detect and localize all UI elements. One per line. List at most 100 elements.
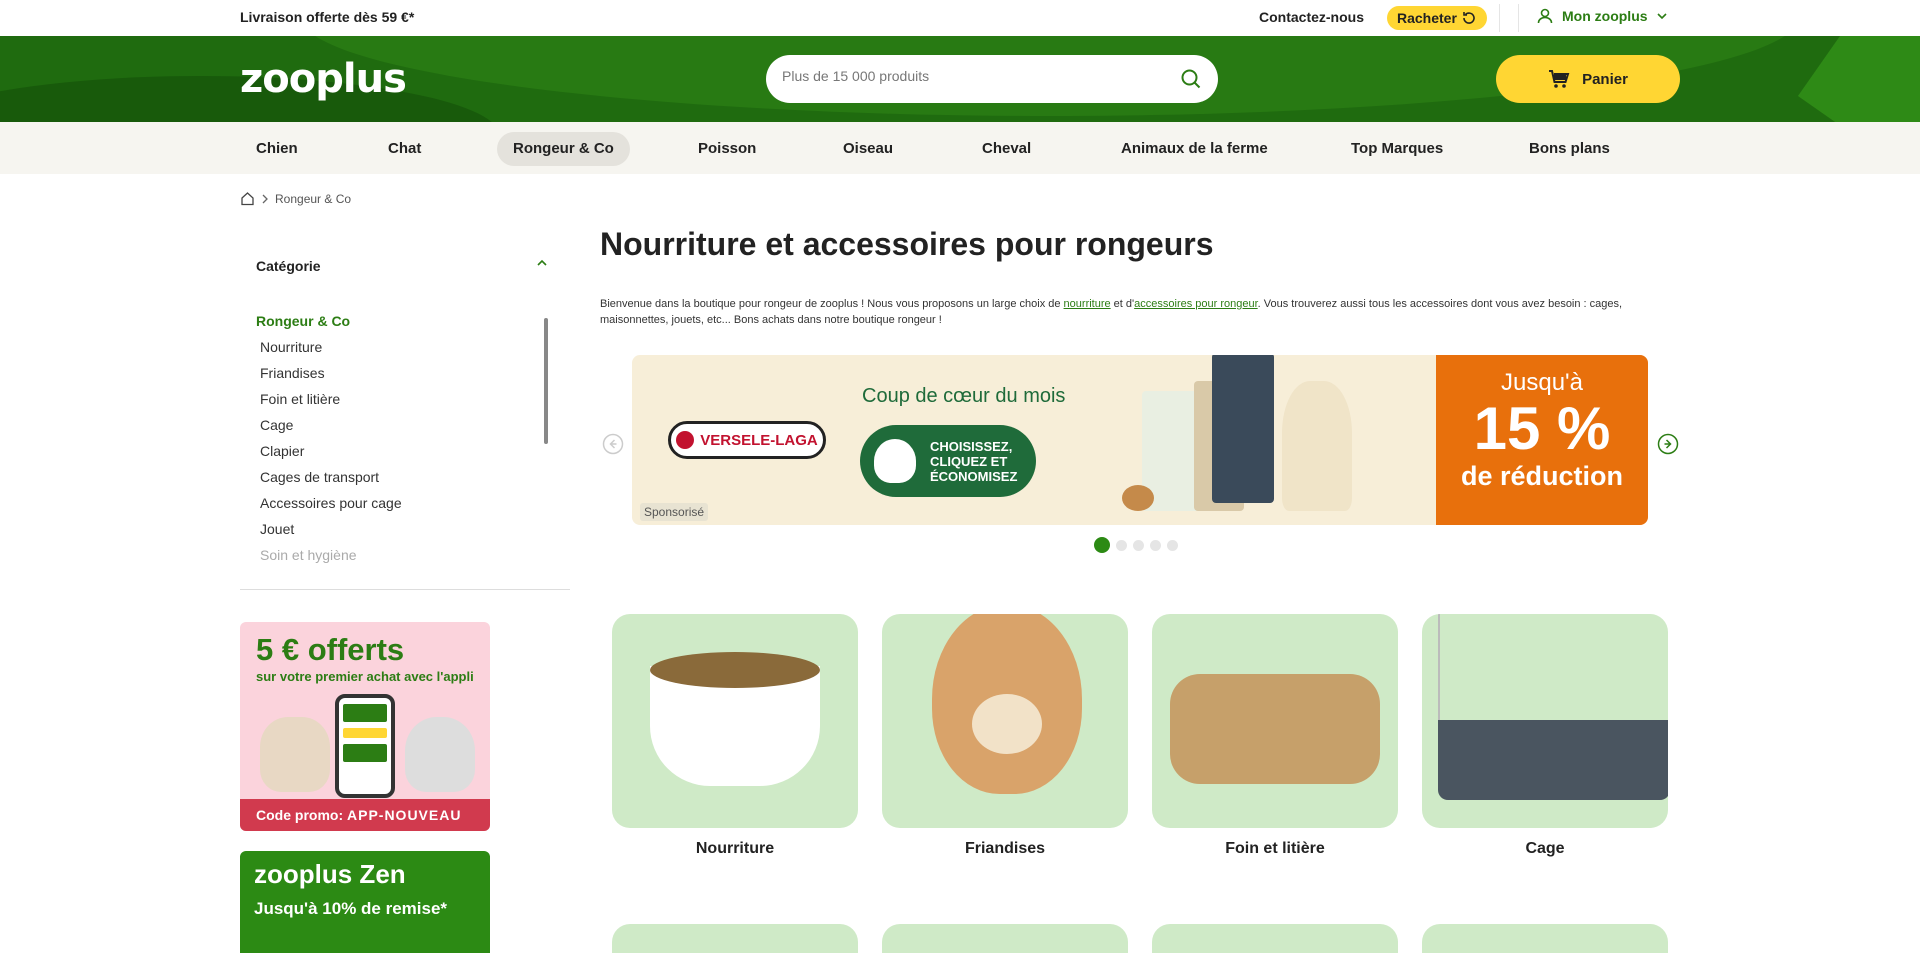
tile-label: Cage: [1525, 840, 1565, 857]
category-list: Rongeur & Co Nourriture Friandises Foin …: [256, 310, 546, 572]
app-promo-title: 5 € offerts: [256, 632, 405, 667]
search-input[interactable]: [782, 68, 1162, 84]
divider: [1499, 4, 1500, 32]
banner-cta: CHOISISSEZ, CLIQUEZ ET ÉCONOMISEZ: [860, 425, 1036, 497]
nav-item-poisson[interactable]: Poisson: [682, 132, 772, 166]
intro-text: Bienvenue dans la boutique pour rongeur …: [600, 296, 1680, 328]
breadcrumb-current[interactable]: Rongeur & Co: [275, 192, 351, 206]
contact-link[interactable]: Contactez-nous: [1259, 9, 1364, 25]
tile-foin[interactable]: Foin et litière: [1152, 614, 1398, 858]
carousel-dot[interactable]: [1094, 537, 1110, 553]
nav-item-chat[interactable]: Chat: [372, 132, 437, 166]
category-item[interactable]: Nourriture: [256, 336, 546, 362]
promo-code: Code promo: APP-NOUVEAU: [240, 799, 490, 831]
chevron-down-icon: [1656, 13, 1667, 20]
category-root[interactable]: Rongeur & Co: [256, 310, 546, 336]
nav-item-oiseau[interactable]: Oiseau: [827, 132, 909, 166]
nav-item-bons-plans[interactable]: Bons plans: [1513, 132, 1626, 166]
divider: [1518, 4, 1519, 32]
home-icon[interactable]: [240, 191, 255, 206]
category-item[interactable]: Friandises: [256, 362, 546, 388]
tile-cage[interactable]: Cage: [1422, 614, 1668, 858]
reorder-label: Racheter: [1397, 10, 1457, 26]
intro-part: et d': [1110, 298, 1135, 310]
cart-label: Panier: [1582, 70, 1628, 88]
discount-badge: Jusqu'à 15 % de réduction: [1436, 355, 1648, 525]
carousel-dots: [1094, 537, 1178, 553]
promo-carousel-slide[interactable]: VERSELE-LAGA Coup de cœur du mois CHOISI…: [632, 355, 1648, 525]
shipping-notice: Livraison offerte dès 59 €*: [240, 9, 415, 25]
account-menu[interactable]: Mon zooplus: [1536, 7, 1668, 25]
promo-code-value: APP-NOUVEAU: [347, 807, 462, 823]
zen-promo-title: zooplus Zen: [254, 859, 406, 889]
tile-friandises[interactable]: Friandises: [882, 614, 1128, 858]
tile-row2[interactable]: [1152, 924, 1398, 953]
carousel-dot[interactable]: [1167, 539, 1178, 551]
app-promo-subtitle: sur votre premier achat avec l'appli: [256, 669, 474, 684]
nourriture-link[interactable]: nourriture: [1064, 298, 1111, 310]
category-item[interactable]: Foin et litière: [256, 388, 546, 414]
divider: [240, 589, 570, 590]
category-item[interactable]: Accessoires pour cage: [256, 492, 546, 518]
carousel-prev-icon[interactable]: [602, 433, 624, 455]
search-icon[interactable]: [1180, 68, 1202, 90]
search-bar: [766, 55, 1218, 103]
category-item[interactable]: Cage: [256, 414, 546, 440]
nav-item-chien[interactable]: Chien: [240, 132, 314, 166]
reorder-button[interactable]: Racheter: [1387, 6, 1487, 30]
hand-icon: [874, 439, 916, 483]
products-image: [1112, 355, 1442, 521]
main-nav: Chien Chat Rongeur & Co Poisson Oiseau C…: [0, 122, 1920, 174]
chevron-right-icon: [262, 194, 268, 203]
tile-row2[interactable]: [1422, 924, 1668, 953]
accessoires-link[interactable]: accessoires pour rongeur: [1134, 298, 1258, 310]
sponsored-label: Sponsorisé: [640, 503, 709, 521]
cart-button[interactable]: Panier: [1496, 55, 1680, 103]
tile-row2[interactable]: [612, 924, 858, 953]
carousel-next-icon[interactable]: [1657, 433, 1679, 455]
zen-promo-banner[interactable]: zooplus Zen Jusqu'à 10% de remise*: [240, 851, 490, 953]
promo-code-label: Code promo:: [256, 807, 344, 823]
carousel-dot[interactable]: [1116, 539, 1127, 551]
account-label: Mon zooplus: [1562, 8, 1648, 24]
category-item[interactable]: Clapier: [256, 440, 546, 466]
phone-image: [335, 694, 395, 798]
chevron-up-icon[interactable]: [535, 256, 549, 270]
cart-icon: [1549, 70, 1570, 88]
tile-nourriture[interactable]: Nourriture: [612, 614, 858, 858]
cage-image: [1422, 614, 1668, 828]
discount-bottom: de réduction: [1460, 461, 1623, 491]
header: zooplus Panier: [0, 36, 1920, 122]
discount-value: 15 %: [1473, 395, 1611, 462]
carousel-dot[interactable]: [1133, 539, 1144, 551]
food-bowl-image: [612, 614, 858, 828]
category-scrollbar[interactable]: [544, 318, 548, 444]
top-bar: Livraison offerte dès 59 €* Contactez-no…: [0, 0, 1920, 36]
user-icon: [1537, 8, 1553, 24]
banner-cta-label: CHOISISSEZ, CLIQUEZ ET ÉCONOMISEZ: [930, 439, 1018, 484]
category-title[interactable]: Catégorie: [256, 258, 321, 274]
header-decor: [1797, 36, 1920, 122]
nav-item-ferme[interactable]: Animaux de la ferme: [1105, 132, 1284, 166]
category-item[interactable]: Soin et hygiène: [256, 544, 546, 570]
dog-image: [260, 717, 330, 792]
intro-part: Bienvenue dans la boutique pour rongeur …: [600, 298, 1064, 310]
brand-name: VERSELE-LAGA: [700, 431, 818, 449]
nav-item-rongeur[interactable]: Rongeur & Co: [497, 132, 630, 166]
hay-image: [1152, 614, 1398, 828]
category-item[interactable]: Cages de transport: [256, 466, 546, 492]
page-title: Nourriture et accessoires pour rongeurs: [600, 226, 1214, 262]
zooplus-logo[interactable]: zooplus: [240, 56, 407, 102]
nav-item-cheval[interactable]: Cheval: [966, 132, 1047, 166]
carousel-dot[interactable]: [1150, 539, 1161, 551]
discount-top: Jusqu'à: [1501, 369, 1583, 396]
tile-row2[interactable]: [882, 924, 1128, 953]
tile-label: Friandises: [964, 840, 1046, 857]
nav-item-top-marques[interactable]: Top Marques: [1335, 132, 1459, 166]
zen-promo-subtitle: Jusqu'à 10% de remise*: [254, 899, 448, 918]
cat-image: [405, 717, 475, 792]
tile-label: Foin et litière: [1225, 840, 1325, 857]
app-promo-banner[interactable]: 5 € offerts sur votre premier achat avec…: [240, 622, 490, 831]
hamster-image: [882, 614, 1128, 828]
category-item[interactable]: Jouet: [256, 518, 546, 544]
